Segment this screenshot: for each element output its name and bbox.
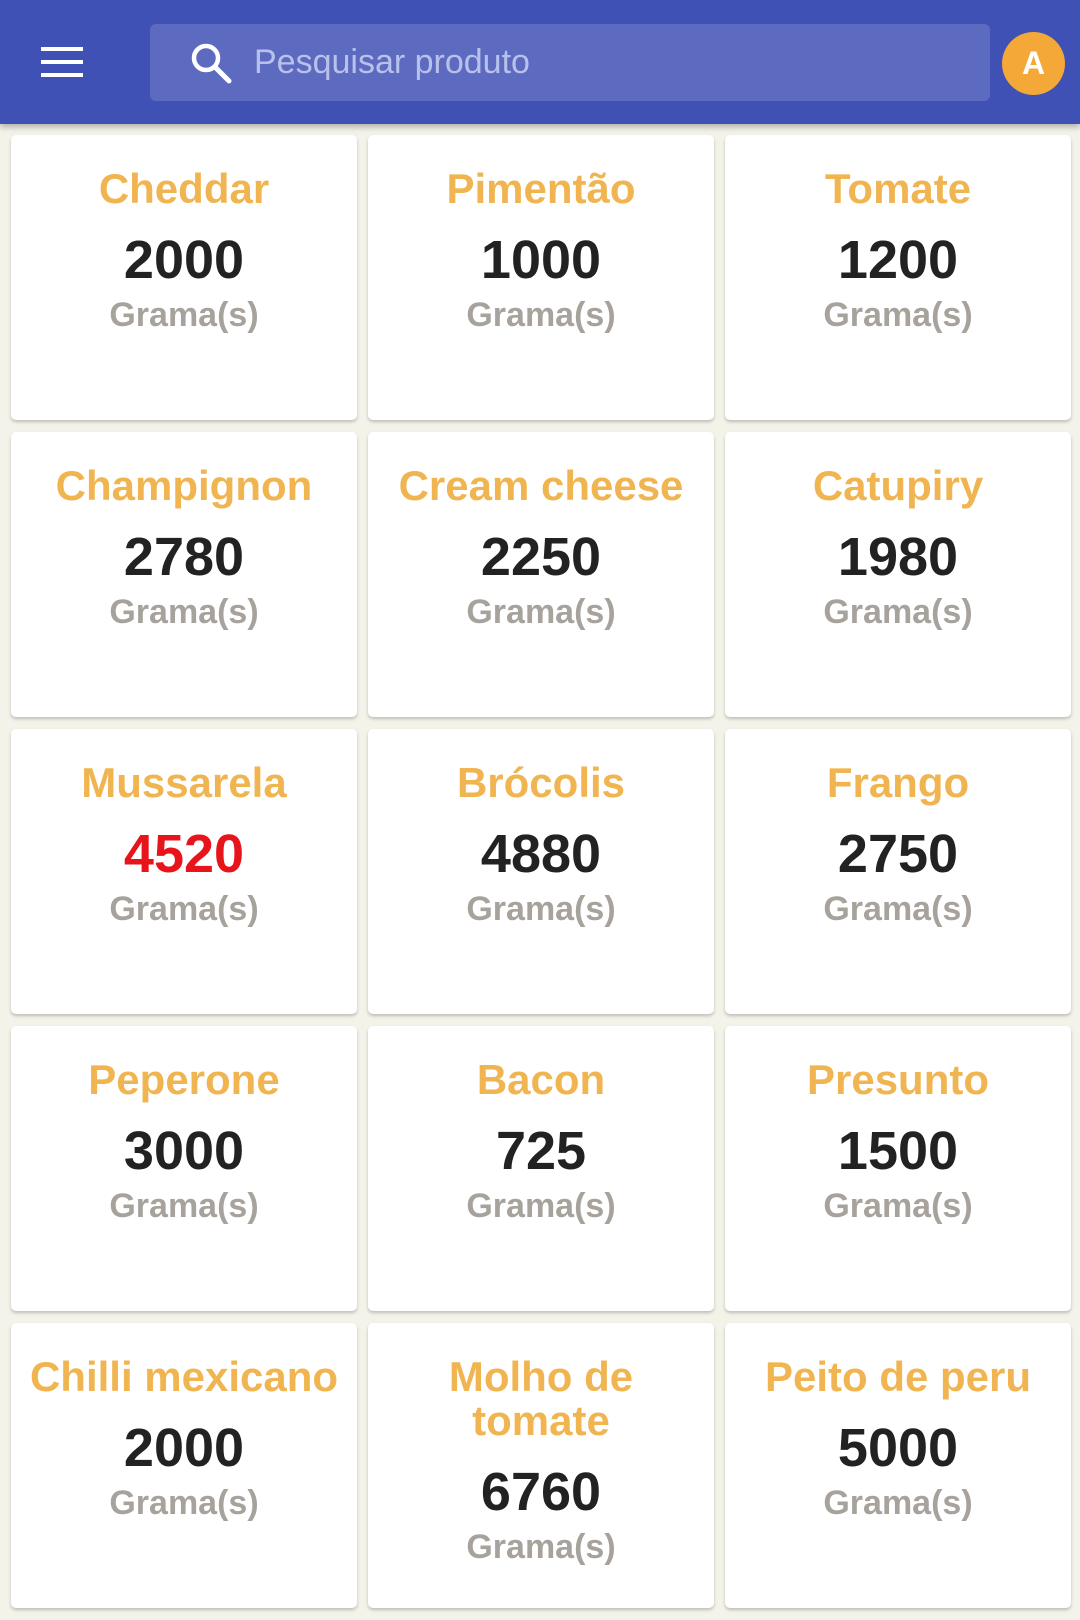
product-quantity: 1200: [837, 230, 959, 290]
product-unit: Grama(s): [109, 1484, 259, 1522]
product-quantity: 3000: [123, 1121, 245, 1181]
product-quantity: 725: [495, 1121, 587, 1181]
product-unit: Grama(s): [466, 1528, 616, 1566]
product-card[interactable]: Molho de tomate 6760 Grama(s): [368, 1323, 714, 1608]
product-quantity: 6760: [480, 1462, 602, 1522]
product-unit: Grama(s): [466, 296, 616, 334]
hamburger-menu-icon: [41, 47, 83, 77]
product-name: Cheddar: [98, 165, 270, 212]
app-bar: A: [0, 0, 1080, 124]
product-quantity: 4880: [480, 824, 602, 884]
search-input[interactable]: [252, 31, 990, 94]
product-name: Chilli mexicano: [29, 1353, 339, 1400]
product-name: Molho de tomate: [448, 1353, 634, 1444]
product-name: Catupiry: [812, 462, 984, 509]
product-unit: Grama(s): [466, 593, 616, 631]
product-name: Pimentão: [446, 165, 636, 212]
product-card[interactable]: Peperone 3000 Grama(s): [11, 1026, 357, 1311]
product-name: Mussarela: [81, 759, 287, 806]
product-unit: Grama(s): [823, 593, 973, 631]
product-card[interactable]: Frango 2750 Grama(s): [725, 729, 1071, 1014]
product-card[interactable]: Brócolis 4880 Grama(s): [368, 729, 714, 1014]
product-card[interactable]: Tomate 1200 Grama(s): [725, 135, 1071, 420]
product-name: Presunto: [806, 1056, 990, 1103]
product-unit: Grama(s): [109, 296, 259, 334]
product-unit: Grama(s): [823, 1187, 973, 1225]
product-unit: Grama(s): [109, 1187, 259, 1225]
avatar[interactable]: A: [1002, 32, 1065, 95]
product-unit: Grama(s): [109, 593, 259, 631]
product-name: Bacon: [476, 1056, 606, 1103]
product-quantity: 4520: [123, 824, 245, 884]
product-name: Tomate: [824, 165, 972, 212]
product-name: Peito de peru: [764, 1353, 1032, 1400]
product-unit: Grama(s): [823, 890, 973, 928]
product-quantity: 2250: [480, 527, 602, 587]
product-quantity: 2780: [123, 527, 245, 587]
search-box[interactable]: [150, 24, 990, 101]
product-unit: Grama(s): [823, 296, 973, 334]
product-name: Frango: [826, 759, 970, 806]
product-card[interactable]: Bacon 725 Grama(s): [368, 1026, 714, 1311]
menu-button[interactable]: [24, 30, 100, 94]
product-card[interactable]: Cream cheese 2250 Grama(s): [368, 432, 714, 717]
product-quantity: 1500: [837, 1121, 959, 1181]
product-quantity: 1980: [837, 527, 959, 587]
product-name: Brócolis: [456, 759, 626, 806]
product-quantity: 2000: [123, 1418, 245, 1478]
product-quantity: 5000: [837, 1418, 959, 1478]
product-unit: Grama(s): [466, 890, 616, 928]
product-unit: Grama(s): [466, 1187, 616, 1225]
product-quantity: 1000: [480, 230, 602, 290]
product-quantity: 2750: [837, 824, 959, 884]
product-card[interactable]: Cheddar 2000 Grama(s): [11, 135, 357, 420]
search-icon: [188, 40, 234, 86]
product-card[interactable]: Presunto 1500 Grama(s): [725, 1026, 1071, 1311]
product-unit: Grama(s): [109, 890, 259, 928]
product-card[interactable]: Champignon 2780 Grama(s): [11, 432, 357, 717]
product-quantity: 2000: [123, 230, 245, 290]
product-card[interactable]: Peito de peru 5000 Grama(s): [725, 1323, 1071, 1608]
product-name: Champignon: [55, 462, 313, 509]
product-grid: Cheddar 2000 Grama(s) Pimentão 1000 Gram…: [11, 135, 1071, 1608]
product-name: Cream cheese: [398, 462, 684, 509]
product-card[interactable]: Pimentão 1000 Grama(s): [368, 135, 714, 420]
product-unit: Grama(s): [823, 1484, 973, 1522]
product-card[interactable]: Catupiry 1980 Grama(s): [725, 432, 1071, 717]
product-card[interactable]: Chilli mexicano 2000 Grama(s): [11, 1323, 357, 1608]
product-name: Peperone: [88, 1056, 280, 1103]
product-card[interactable]: Mussarela 4520 Grama(s): [11, 729, 357, 1014]
